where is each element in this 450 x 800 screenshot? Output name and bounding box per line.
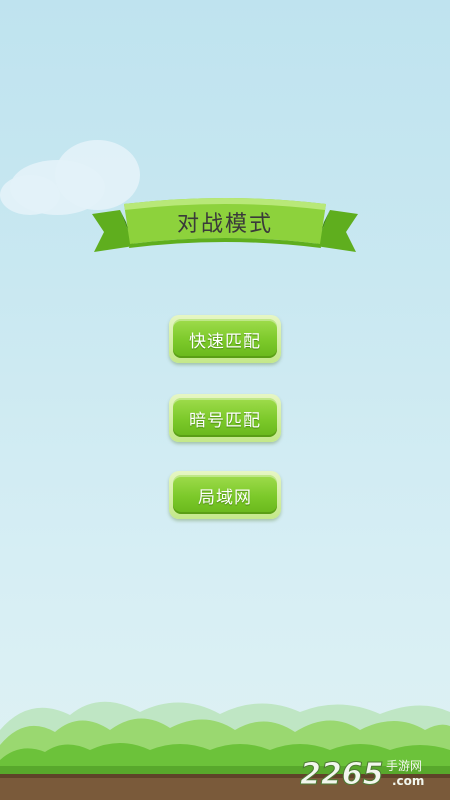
watermark-text: 手游网 [386, 759, 422, 773]
lan-button[interactable]: 局域网 [169, 471, 281, 519]
quick-match-label: 快速匹配 [189, 332, 261, 352]
watermark-domain: .com [392, 774, 424, 788]
page-title: 对战模式 [176, 212, 273, 237]
watermark-logo: 2265 手游网 .com [300, 752, 448, 793]
title-ribbon: 对战模式 [90, 192, 360, 272]
logo-2265-icon: 2265 手游网 .com [300, 757, 424, 793]
code-match-button[interactable]: 暗号匹配 [169, 394, 281, 442]
quick-match-button[interactable]: 快速匹配 [169, 315, 281, 363]
code-match-label: 暗号匹配 [189, 411, 261, 431]
cloud [0, 175, 60, 215]
watermark-number: 2265 [300, 757, 384, 792]
lan-label: 局域网 [198, 488, 252, 508]
